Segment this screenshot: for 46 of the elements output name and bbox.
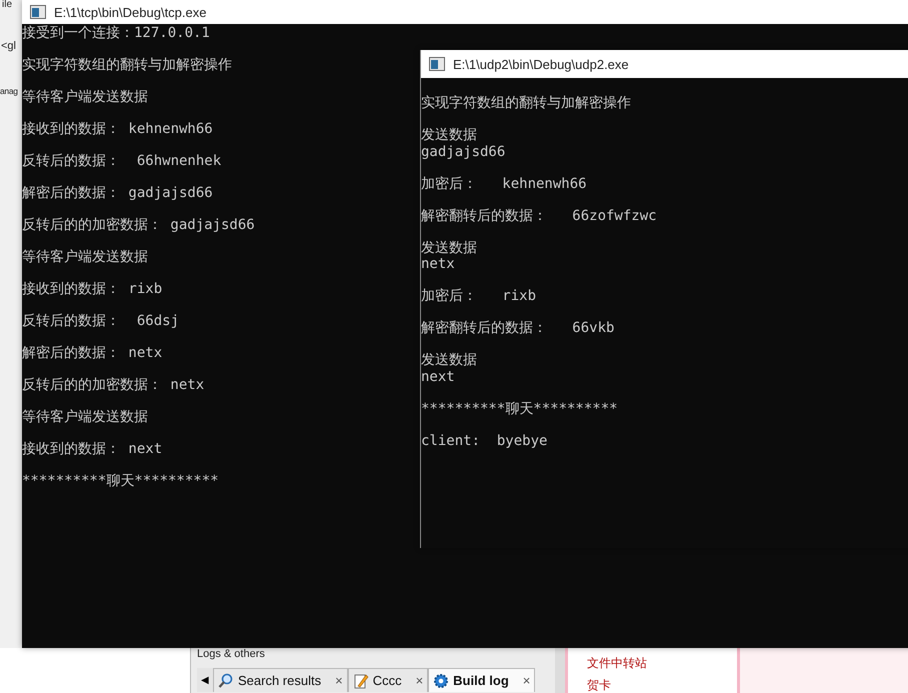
console-line: 发送数据 (421, 240, 477, 256)
console-line: 反转后的的加密数据： gadjajsd66 (22, 217, 255, 234)
splitter-bar[interactable] (555, 648, 565, 693)
panel-tab[interactable]: Build log × (428, 668, 536, 692)
notepad-icon (352, 672, 369, 688)
console-line: 反转后的数据： 66hwnenhek (22, 153, 222, 170)
console-line: 等待客户端发送数据 (22, 89, 148, 106)
console-line: 加密后： kehnenwh66 (421, 176, 587, 192)
scroll-left-button[interactable]: ◀ (197, 668, 213, 692)
console-line: 反转后的数据： 66dsj (22, 313, 180, 330)
search-icon (218, 672, 234, 688)
panel-tab[interactable]: Search results × (213, 668, 348, 692)
sidebar-fragment: anag (0, 86, 18, 96)
console-line: 发送数据 (421, 127, 477, 144)
link[interactable]: 贺卡 (587, 677, 737, 693)
console-line: 等待客户端发送数据 (22, 409, 148, 426)
window-title: E:\1\udp2\bin\Debug\udp2.exe (453, 56, 629, 72)
console-line: 解密翻转后的数据： 66zofwfzwc (421, 208, 657, 224)
console-line: 接受到一个连接：127.0.0.1 (22, 25, 210, 42)
console-line: 等待客户端发送数据 (22, 249, 148, 266)
sidebar-fragment: <gl (1, 40, 16, 52)
console-line: netx (421, 256, 455, 272)
console-line: 反转后的的加密数据： netx (22, 377, 204, 394)
console-line: 解密翻转后的数据： 66vkb (421, 320, 614, 336)
window-title: E:\1\tcp\bin\Debug\tcp.exe (54, 4, 206, 20)
console-line: 发送数据 (421, 352, 477, 368)
console-line: 接收到的数据： next (22, 441, 162, 458)
console-line: 实现字符数组的翻转与加解密操作 (421, 95, 631, 112)
console-line: **********聊天********** (22, 473, 219, 490)
console-line: 实现字符数组的翻转与加解密操作 (22, 57, 232, 74)
console-line: next (421, 368, 455, 385)
console-line: 接收到的数据： rixb (22, 281, 162, 298)
console-icon (30, 5, 46, 19)
console-line: 加密后： rixb (421, 288, 536, 304)
console-line: **********聊天********** (421, 400, 618, 417)
sidebar-fragment: ile (2, 0, 12, 10)
link[interactable]: 文件中转站 (587, 655, 737, 671)
console-line: 解密后的数据： gadjajsd66 (22, 185, 213, 202)
console-line: client: byebye (421, 432, 548, 449)
console-line: 接收到的数据： kehnenwh66 (22, 121, 213, 138)
console-line: gadjajsd66 (421, 144, 506, 160)
console-line: 解密后的数据： netx (22, 345, 162, 362)
panel-tab[interactable]: Cccc × (348, 668, 428, 692)
panel-title: Logs & others (197, 648, 265, 660)
console-icon (429, 57, 445, 71)
gear-icon (433, 672, 450, 688)
